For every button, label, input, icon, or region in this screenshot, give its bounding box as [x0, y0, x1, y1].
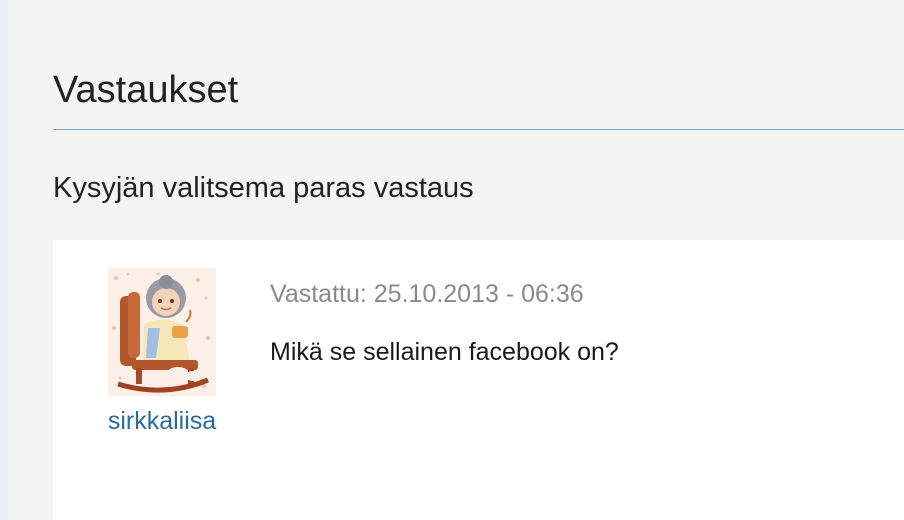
- answers-heading: Vastaukset: [53, 69, 239, 111]
- user-avatar[interactable]: [108, 268, 216, 396]
- heading-divider: [53, 129, 904, 130]
- answer-text: Mikä se sellainen facebook on?: [270, 338, 619, 366]
- answer-timestamp: Vastattu: 25.10.2013 - 06:36: [270, 280, 584, 308]
- grandma-rocking-chair-avatar-image: [108, 268, 216, 396]
- author-link[interactable]: sirkkaliisa: [96, 406, 228, 436]
- best-answer-heading: Kysyjän valitsema paras vastaus: [53, 172, 474, 204]
- page-left-edge: [0, 0, 8, 520]
- best-answer-card: sirkkaliisa Vastattu: 25.10.2013 - 06:36…: [53, 240, 904, 520]
